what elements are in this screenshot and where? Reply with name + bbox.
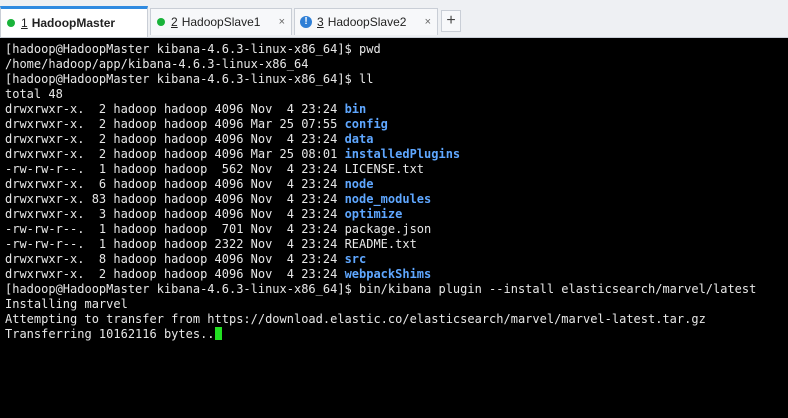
terminal-text: drwxrwxr-x. 2 hadoop hadoop 4096 Mar 25 …: [5, 117, 345, 131]
terminal-line: -rw-rw-r--. 1 hadoop hadoop 701 Nov 4 23…: [5, 222, 788, 237]
tab-hadoopslave2[interactable]: ! 3 HadoopSlave2 ×: [294, 8, 438, 35]
tab-label: HadoopSlave1: [181, 15, 261, 29]
new-tab-button[interactable]: +: [441, 10, 461, 32]
terminal-line: [hadoop@HadoopMaster kibana-4.6.3-linux-…: [5, 72, 788, 87]
terminal-text: drwxrwxr-x. 3 hadoop hadoop 4096 Nov 4 2…: [5, 207, 345, 221]
directory-name: src: [344, 252, 367, 266]
terminal-line: [hadoop@HadoopMaster kibana-4.6.3-linux-…: [5, 282, 788, 297]
terminal-text: drwxrwxr-x. 8 hadoop hadoop 4096 Nov 4 2…: [5, 252, 345, 266]
terminal-text: Attempting to transfer from https://down…: [5, 312, 706, 326]
close-icon[interactable]: ×: [279, 16, 285, 28]
terminal-text: -rw-rw-r--. 1 hadoop hadoop 2322 Nov 4 2…: [5, 237, 345, 251]
directory-name: data: [344, 132, 374, 146]
close-icon[interactable]: ×: [425, 16, 431, 28]
tab-hadoopslave1[interactable]: 2 HadoopSlave1 ×: [150, 8, 292, 35]
text-cursor: [214, 327, 222, 340]
tab-number: 2: [171, 15, 178, 29]
terminal-text: drwxrwxr-x. 2 hadoop hadoop 4096 Nov 4 2…: [5, 132, 345, 146]
terminal-text: [hadoop@HadoopMaster kibana-4.6.3-linux-…: [5, 72, 374, 86]
terminal-text: Transferring 10162116 bytes..: [5, 327, 215, 341]
directory-name: config: [344, 117, 388, 131]
terminal-text: [hadoop@HadoopMaster kibana-4.6.3-linux-…: [5, 42, 381, 56]
terminal-line: Attempting to transfer from https://down…: [5, 312, 788, 327]
terminal-line: Transferring 10162116 bytes..: [5, 327, 788, 342]
terminal-line: drwxrwxr-x. 8 hadoop hadoop 4096 Nov 4 2…: [5, 252, 788, 267]
terminal-text: [hadoop@HadoopMaster kibana-4.6.3-linux-…: [5, 282, 757, 296]
tab-number: 1: [21, 16, 28, 30]
session-tab-bar: 1 HadoopMaster 2 HadoopSlave1 ×! 3 HadoopSlave…: [0, 0, 788, 38]
terminal-line: drwxrwxr-x. 6 hadoop hadoop 4096 Nov 4 2…: [5, 177, 788, 192]
terminal-line: total 48: [5, 87, 788, 102]
terminal-text: -rw-rw-r--. 1 hadoop hadoop 562 Nov 4 23…: [5, 162, 345, 176]
terminal-line: drwxrwxr-x. 2 hadoop hadoop 4096 Nov 4 2…: [5, 132, 788, 147]
terminal-text: drwxrwxr-x. 2 hadoop hadoop 4096 Nov 4 2…: [5, 102, 345, 116]
tab-label: HadoopMaster: [31, 16, 116, 30]
terminal-text: drwxrwxr-x. 2 hadoop hadoop 4096 Nov 4 2…: [5, 267, 345, 281]
terminal-text: drwxrwxr-x. 83 hadoop hadoop 4096 Nov 4 …: [5, 192, 345, 206]
terminal-line: drwxrwxr-x. 2 hadoop hadoop 4096 Mar 25 …: [5, 147, 788, 162]
file-name: package.json: [344, 222, 432, 236]
directory-name: bin: [344, 102, 367, 116]
connected-status-icon: [7, 19, 15, 27]
terminal-text: drwxrwxr-x. 2 hadoop hadoop 4096 Mar 25 …: [5, 147, 345, 161]
terminal-output[interactable]: [hadoop@HadoopMaster kibana-4.6.3-linux-…: [0, 38, 788, 418]
directory-name: node: [344, 177, 374, 191]
terminal-line: drwxrwxr-x. 2 hadoop hadoop 4096 Mar 25 …: [5, 117, 788, 132]
terminal-line: -rw-rw-r--. 1 hadoop hadoop 562 Nov 4 23…: [5, 162, 788, 177]
terminal-line: [hadoop@HadoopMaster kibana-4.6.3-linux-…: [5, 42, 788, 57]
terminal-line: -rw-rw-r--. 1 hadoop hadoop 2322 Nov 4 2…: [5, 237, 788, 252]
terminal-text: total 48: [5, 87, 63, 101]
tab-label: HadoopSlave2: [327, 15, 407, 29]
terminal-text: -rw-rw-r--. 1 hadoop hadoop 701 Nov 4 23…: [5, 222, 345, 236]
file-name: LICENSE.txt: [344, 162, 425, 176]
terminal-text: /home/hadoop/app/kibana-4.6.3-linux-x86_…: [5, 57, 309, 71]
directory-name: optimize: [344, 207, 403, 221]
terminal-line: drwxrwxr-x. 83 hadoop hadoop 4096 Nov 4 …: [5, 192, 788, 207]
terminal-text: Installing marvel: [5, 297, 128, 311]
tab-hadoopmaster[interactable]: 1 HadoopMaster: [0, 6, 148, 37]
terminal-line: /home/hadoop/app/kibana-4.6.3-linux-x86_…: [5, 57, 788, 72]
terminal-line: drwxrwxr-x. 2 hadoop hadoop 4096 Nov 4 2…: [5, 102, 788, 117]
warning-icon: !: [300, 16, 312, 28]
terminal-line: Installing marvel: [5, 297, 788, 312]
terminal-text: drwxrwxr-x. 6 hadoop hadoop 4096 Nov 4 2…: [5, 177, 345, 191]
file-name: README.txt: [344, 237, 417, 251]
terminal-line: drwxrwxr-x. 2 hadoop hadoop 4096 Nov 4 2…: [5, 267, 788, 282]
terminal-line: drwxrwxr-x. 3 hadoop hadoop 4096 Nov 4 2…: [5, 207, 788, 222]
tab-number: 3: [317, 15, 324, 29]
directory-name: webpackShims: [344, 267, 432, 281]
directory-name: node_modules: [344, 192, 432, 206]
directory-name: installedPlugins: [344, 147, 461, 161]
connected-status-icon: [157, 18, 165, 26]
